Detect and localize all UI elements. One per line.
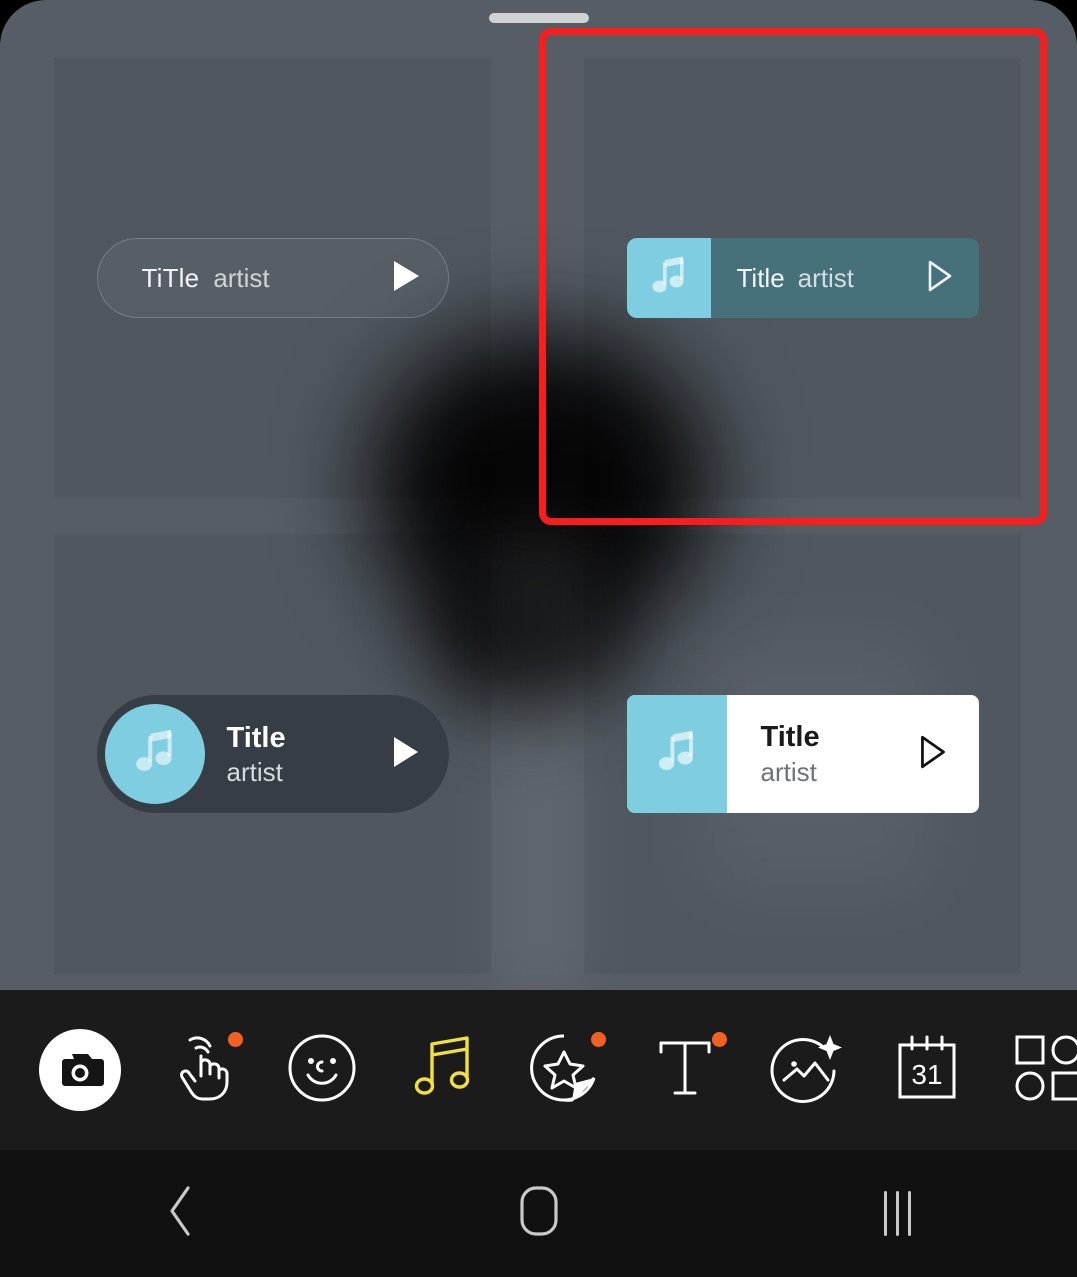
sticker-artist: artist [226,756,283,787]
sticker-artist: artist [213,262,270,293]
music-sticker-dark-pill[interactable]: Title artist [96,695,449,813]
sticker-tile-outline-pill[interactable]: TiTle artist [54,58,491,498]
play-filled-icon[interactable] [389,734,421,775]
home-square-icon [516,1185,562,1242]
emoji-button[interactable] [280,1028,364,1112]
photo-sparkle-icon [770,1033,842,1108]
music-sticker-outline-pill[interactable]: TiTle artist [96,238,449,318]
new-badge-dot [712,1032,727,1047]
sticker-title: Title [736,262,785,293]
editor-toolbar: 31 [0,990,1077,1150]
svg-text:31: 31 [911,1059,942,1090]
music-note-icon [655,729,699,780]
sticker-picker-panel: TiTle artist Title artist Title artist T… [0,0,1077,990]
shapes-grid-icon [1012,1032,1077,1109]
shapes-button[interactable] [1006,1028,1077,1112]
sticker-button[interactable] [522,1028,606,1112]
sticker-title: Title [760,720,820,753]
chevron-left-icon [163,1185,197,1242]
star-sticker-icon [529,1033,599,1108]
sticker-title: TiTle [141,262,200,293]
phone-screen: TiTle artist Title artist Title artist T… [0,0,1077,1277]
sticker-artist: artist [760,756,817,787]
tap-gesture-button[interactable] [159,1028,243,1112]
sticker-tile-teal-card[interactable]: Title artist [584,58,1021,498]
new-badge-dot [591,1032,606,1047]
music-button[interactable] [401,1028,485,1112]
sticker-meta: Title artist [761,719,820,789]
nav-home-button[interactable] [359,1150,718,1277]
hand-tap-icon [170,1034,232,1107]
photo-effects-button[interactable] [764,1028,848,1112]
panel-drag-handle[interactable] [488,13,589,23]
recents-bars-icon [884,1191,911,1236]
sticker-thumbnail [626,238,711,318]
sticker-meta: Title artist [711,258,979,299]
sticker-title: Title [226,721,286,754]
play-outline-icon[interactable] [917,733,949,776]
nav-back-button[interactable] [0,1150,359,1277]
android-navigation-bar [0,1150,1077,1277]
calendar-button[interactable]: 31 [885,1028,969,1112]
music-note-icon [411,1035,475,1106]
text-button[interactable] [643,1028,727,1112]
smiley-face-icon [287,1033,357,1108]
text-t-icon [656,1035,714,1106]
music-note-icon [649,255,689,302]
camera-icon [39,1029,121,1111]
new-badge-dot [228,1032,243,1047]
calendar-icon: 31 [893,1033,961,1108]
play-outline-icon[interactable] [925,258,955,299]
sticker-tile-dark-pill[interactable]: Title artist [54,534,491,974]
sticker-grid: TiTle artist Title artist Title artist T… [54,58,1021,974]
sticker-thumbnail [626,695,727,813]
music-sticker-white-card[interactable]: Title artist [626,695,979,813]
sticker-meta: Title artist [227,720,286,789]
play-filled-icon[interactable] [390,259,422,298]
nav-recents-button[interactable] [718,1150,1077,1277]
camera-button[interactable] [38,1028,122,1112]
music-note-icon [132,728,178,781]
sticker-tile-white-card[interactable]: Title artist [584,534,1021,974]
sticker-thumbnail [104,704,205,804]
music-sticker-teal-card[interactable]: Title artist [626,238,979,318]
sticker-artist: artist [797,262,854,293]
